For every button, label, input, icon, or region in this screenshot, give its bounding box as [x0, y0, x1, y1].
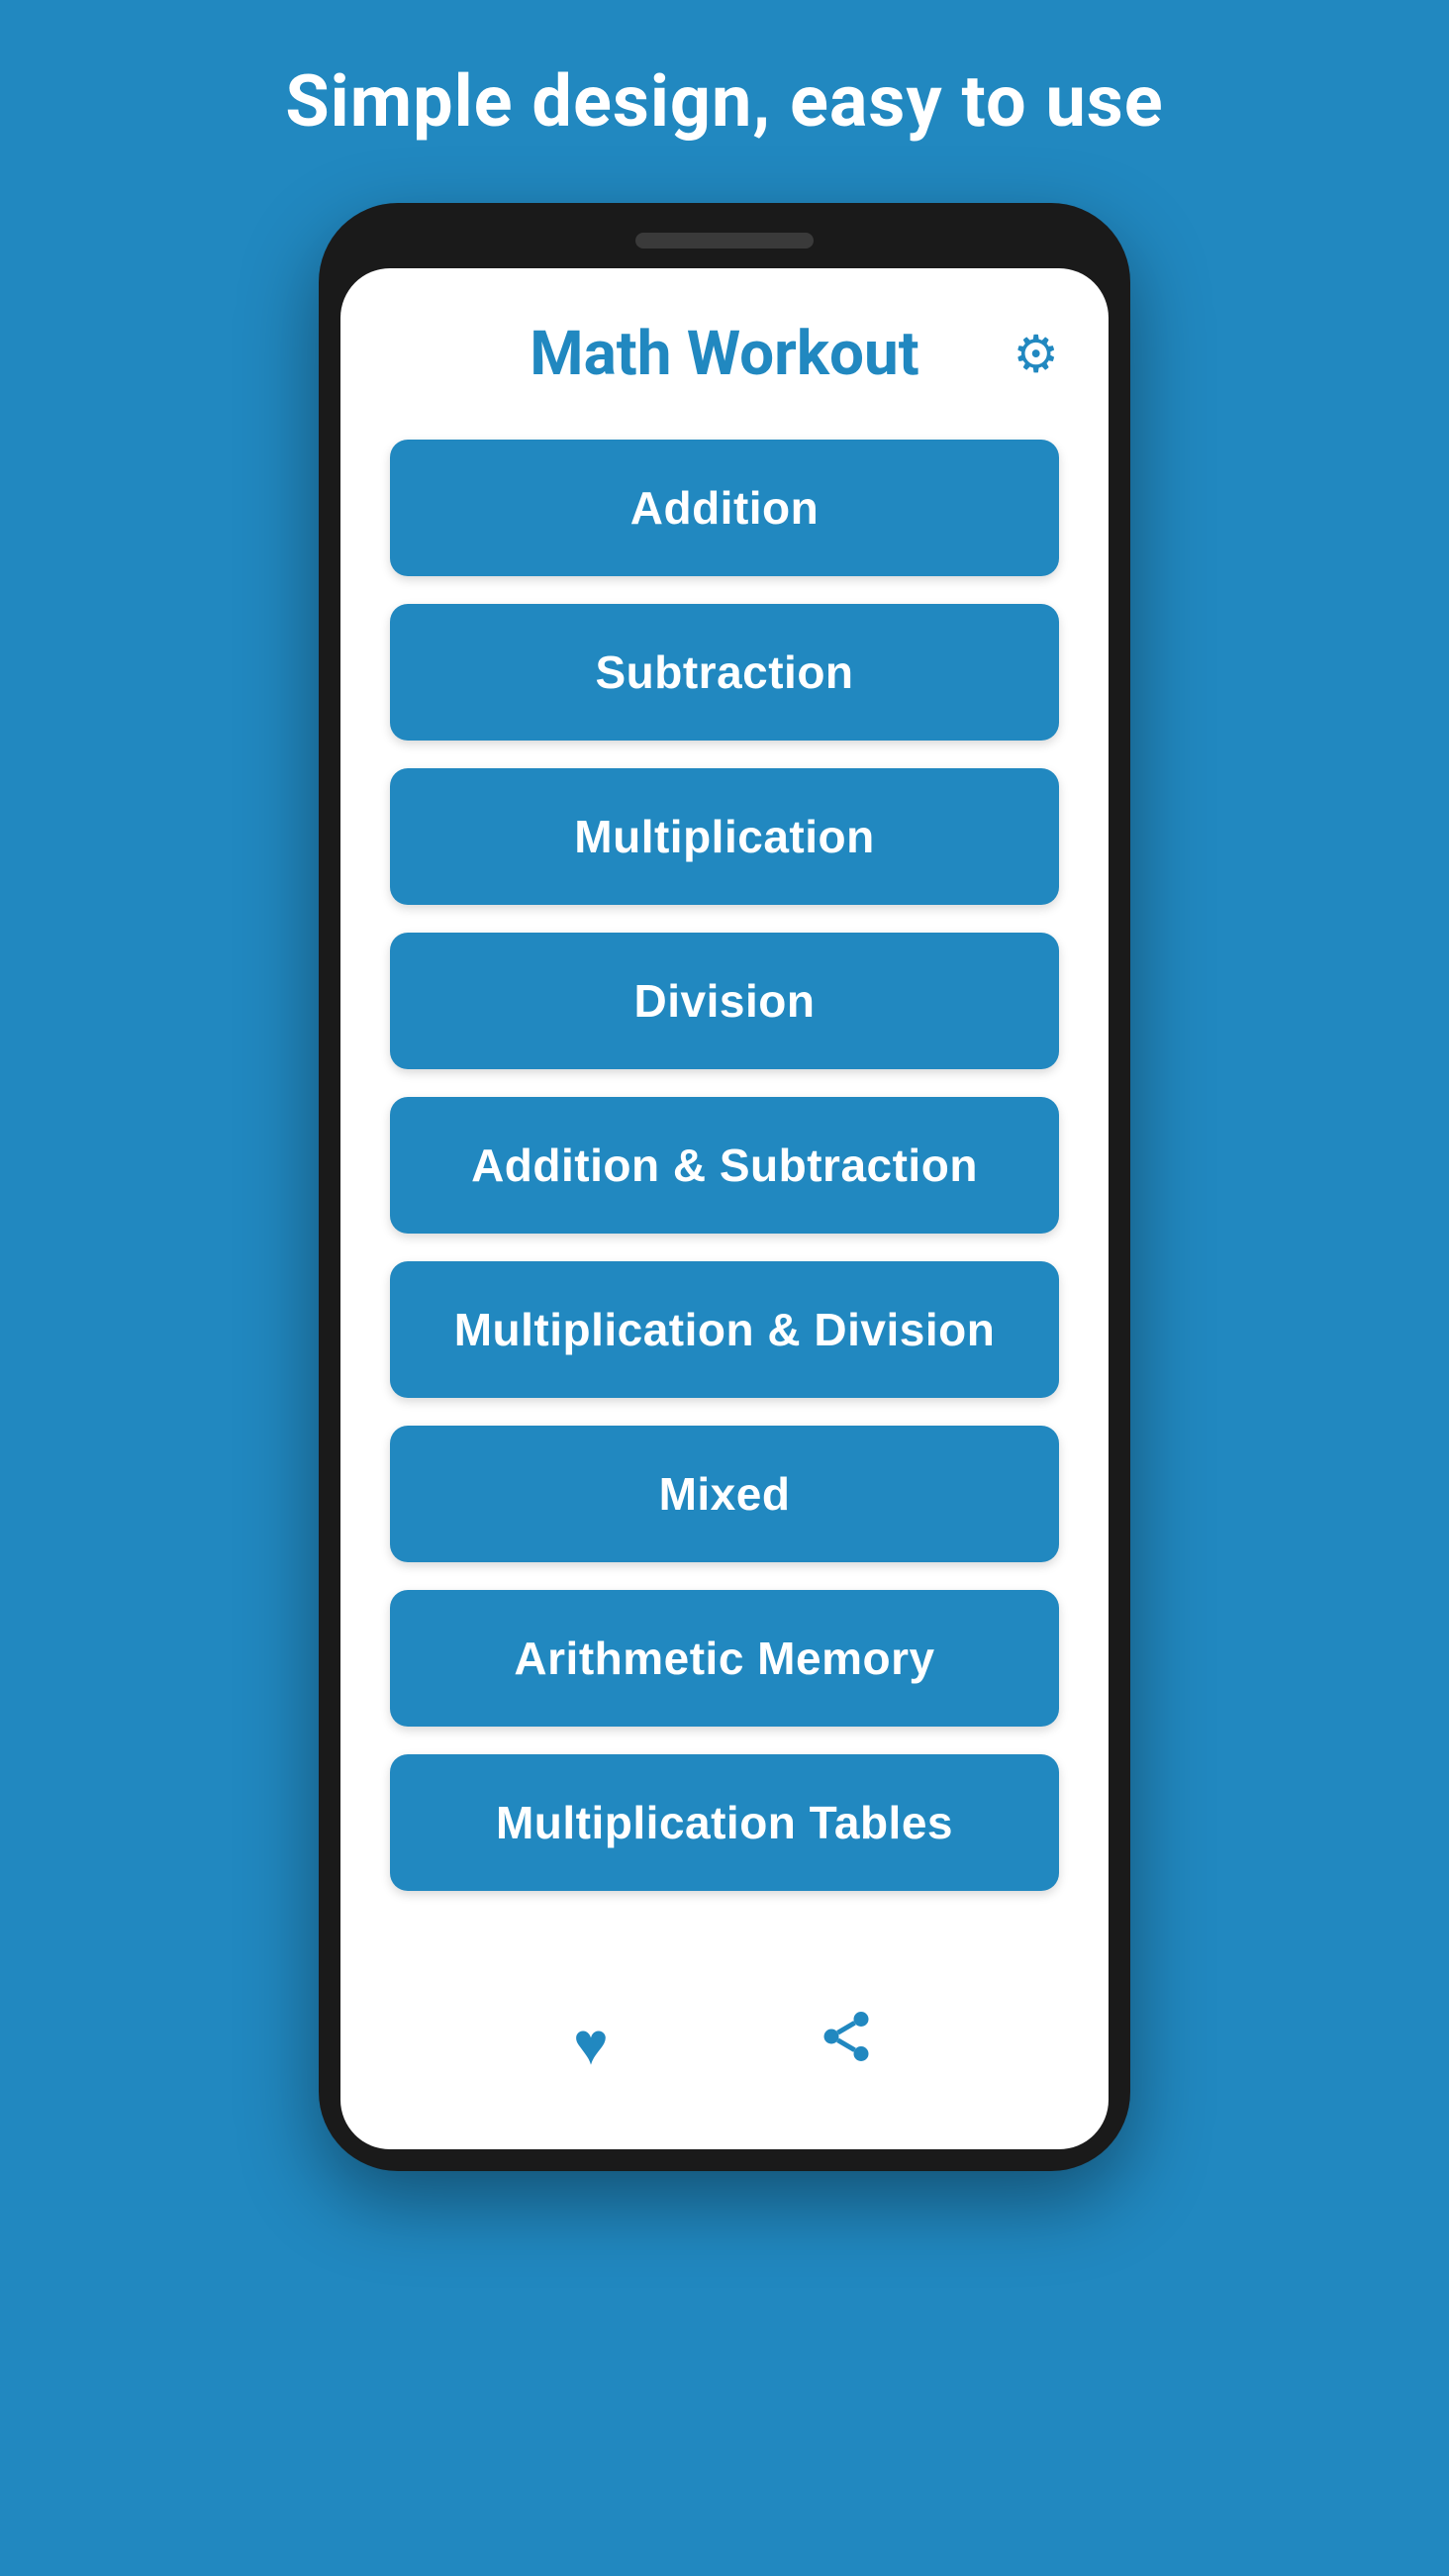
multiplication-tables-button[interactable]: Multiplication Tables: [390, 1754, 1059, 1891]
heart-icon[interactable]: ♥: [573, 2009, 609, 2079]
multiplication-division-button[interactable]: Multiplication & Division: [390, 1261, 1059, 1398]
phone-mockup: Math Workout ⚙ Addition Subtraction Mult…: [319, 203, 1130, 2171]
bottom-bar: ♥: [390, 1977, 1059, 2090]
page-headline: Simple design, easy to use: [285, 59, 1163, 144]
settings-icon[interactable]: ⚙: [1013, 324, 1059, 384]
addition-subtraction-button[interactable]: Addition & Subtraction: [390, 1097, 1059, 1234]
phone-screen: Math Workout ⚙ Addition Subtraction Mult…: [340, 268, 1109, 2149]
phone-speaker: [635, 233, 814, 248]
share-icon[interactable]: [817, 2007, 876, 2080]
division-button[interactable]: Division: [390, 933, 1059, 1069]
multiplication-button[interactable]: Multiplication: [390, 768, 1059, 905]
subtraction-button[interactable]: Subtraction: [390, 604, 1059, 741]
arithmetic-memory-button[interactable]: Arithmetic Memory: [390, 1590, 1059, 1727]
mixed-button[interactable]: Mixed: [390, 1426, 1059, 1562]
app-title: Math Workout: [530, 318, 918, 390]
app-header: Math Workout ⚙: [390, 318, 1059, 390]
menu-buttons-container: Addition Subtraction Multiplication Divi…: [390, 440, 1059, 1937]
addition-button[interactable]: Addition: [390, 440, 1059, 576]
